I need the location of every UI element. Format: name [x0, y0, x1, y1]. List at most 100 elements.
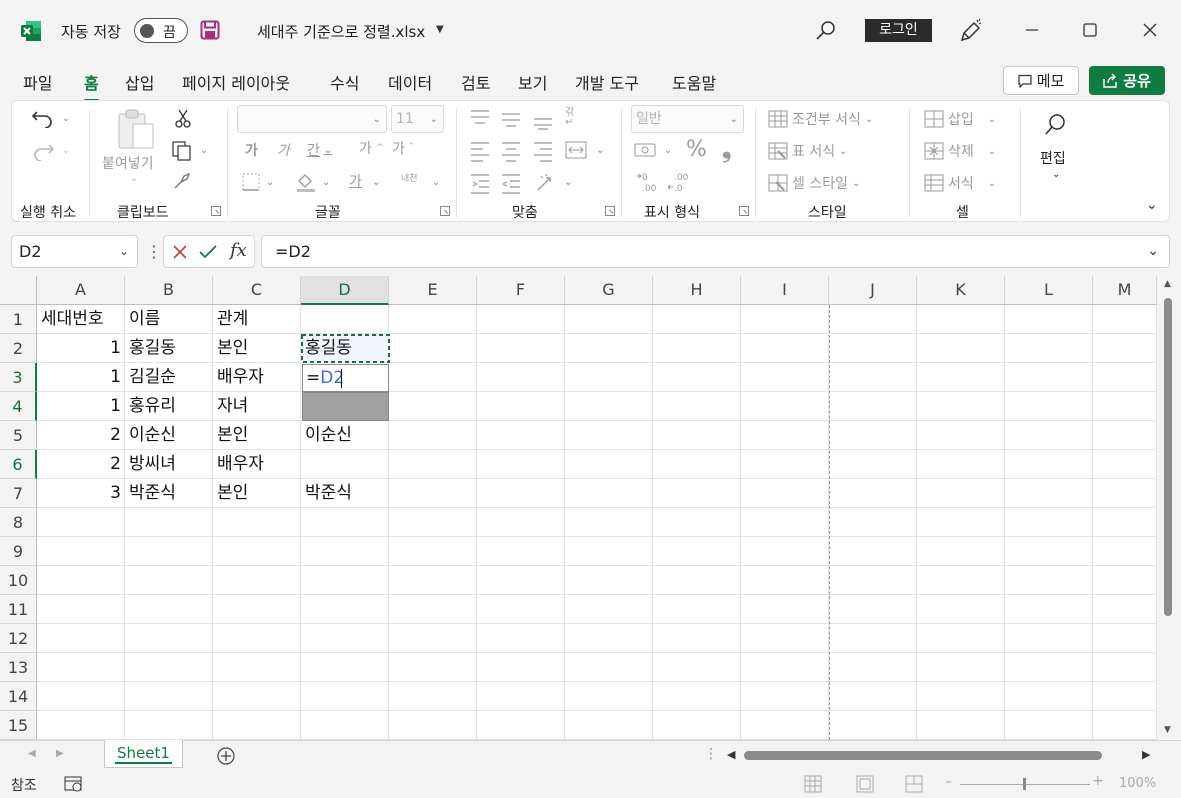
- zoom-in-icon[interactable]: +: [1092, 773, 1104, 789]
- row-header-7[interactable]: 7: [0, 479, 37, 508]
- border-dropdown-icon[interactable]: ⌄: [266, 177, 274, 188]
- tab-review[interactable]: 검토: [461, 70, 490, 94]
- file-name[interactable]: 세대주 기준으로 정렬.xlsx: [257, 21, 425, 42]
- normal-view-icon[interactable]: [804, 775, 822, 793]
- name-box[interactable]: D2 ⌄: [11, 235, 138, 268]
- login-button[interactable]: 로그인: [865, 19, 932, 42]
- format-cells-button[interactable]: 서식 ⌄: [924, 173, 996, 193]
- cell-C7[interactable]: 본인: [213, 479, 301, 508]
- insert-cells-button[interactable]: 삽입 ⌄: [924, 109, 996, 129]
- zoom-slider-thumb[interactable]: [1023, 778, 1026, 790]
- row-header-3[interactable]: 3: [0, 363, 37, 392]
- hscroll-left-icon[interactable]: ◀: [727, 748, 735, 761]
- tab-insert[interactable]: 삽입: [125, 70, 154, 94]
- vertical-scroll-thumb[interactable]: [1164, 298, 1172, 616]
- orientation-icon[interactable]: [535, 173, 557, 193]
- percent-button[interactable]: %: [686, 137, 707, 162]
- cell-style-button[interactable]: 셀 스타일 ⌄: [768, 173, 860, 193]
- row-header-14[interactable]: 14: [0, 682, 37, 711]
- currency-icon[interactable]: [634, 141, 658, 159]
- column-header-G[interactable]: G: [565, 276, 653, 305]
- tab-developer[interactable]: 개발 도구: [575, 70, 639, 94]
- row-header-6[interactable]: 6: [0, 450, 37, 479]
- accessibility-icon[interactable]: [64, 775, 84, 793]
- cell-B7[interactable]: 박준식: [125, 479, 213, 508]
- scroll-down-icon[interactable]: ▼: [1164, 725, 1171, 735]
- cell-B6[interactable]: 방씨녀: [125, 450, 213, 479]
- phonetic-dropdown-icon[interactable]: ⌄: [432, 177, 440, 188]
- formula-input[interactable]: =D2 ⌄: [261, 235, 1170, 268]
- tab-file[interactable]: 파일: [23, 70, 52, 94]
- close-button[interactable]: [1135, 14, 1165, 46]
- zoom-out-icon[interactable]: –: [945, 774, 952, 790]
- tab-view[interactable]: 보기: [518, 70, 547, 94]
- tab-home[interactable]: 홈: [84, 70, 99, 102]
- page-layout-view-icon[interactable]: [856, 775, 874, 793]
- cell-B2[interactable]: 홍길동: [125, 334, 213, 363]
- row-header-15[interactable]: 15: [0, 711, 37, 740]
- italic-button[interactable]: 가: [277, 140, 290, 160]
- cell-C2[interactable]: 본인: [213, 334, 301, 363]
- column-header-D[interactable]: D: [301, 276, 389, 305]
- redo-dropdown-icon[interactable]: ⌄: [62, 145, 70, 156]
- tab-help[interactable]: 도움말: [672, 70, 716, 94]
- cancel-icon[interactable]: [172, 244, 188, 260]
- formula-expand-icon[interactable]: ⌄: [1147, 236, 1159, 267]
- column-header-I[interactable]: I: [741, 276, 829, 305]
- row-header-2[interactable]: 2: [0, 334, 37, 363]
- sheet-next-icon[interactable]: ▶: [56, 748, 64, 759]
- increase-decimal-icon[interactable]: 0.00: [636, 171, 662, 193]
- fill-dropdown-icon[interactable]: ⌄: [322, 177, 330, 188]
- wrap-text-button[interactable]: 갂 ↵: [565, 108, 574, 128]
- column-header-A[interactable]: A: [37, 276, 125, 305]
- column-header-F[interactable]: F: [477, 276, 565, 305]
- tab-data[interactable]: 데이터: [388, 70, 432, 94]
- cell-A4[interactable]: 1: [37, 392, 125, 421]
- format-table-button[interactable]: 표 서식 ⌄: [768, 141, 847, 161]
- editing-dropdown-icon[interactable]: ⌄: [1052, 169, 1060, 180]
- vertical-scrollbar[interactable]: ▲ ▼: [1157, 276, 1181, 740]
- copy-dropdown-icon[interactable]: ⌄: [200, 145, 208, 156]
- column-header-M[interactable]: M: [1093, 276, 1157, 305]
- zoom-level[interactable]: 100%: [1119, 776, 1156, 791]
- sheet-prev-icon[interactable]: ◀: [28, 748, 36, 759]
- undo-icon[interactable]: [32, 108, 54, 128]
- row-header-11[interactable]: 11: [0, 595, 37, 624]
- increase-font-button[interactable]: 가 ^: [359, 138, 383, 158]
- cell-A2[interactable]: 1: [37, 334, 125, 363]
- row-header-8[interactable]: 8: [0, 508, 37, 537]
- fill-color-icon[interactable]: [295, 171, 317, 193]
- tab-formulas[interactable]: 수식: [330, 70, 359, 94]
- editing-button[interactable]: 편집: [1040, 148, 1066, 168]
- select-all-corner[interactable]: [0, 276, 37, 305]
- enter-check-icon[interactable]: [198, 244, 218, 260]
- row-header-12[interactable]: 12: [0, 624, 37, 653]
- pen-icon[interactable]: [958, 18, 984, 44]
- cell-C4[interactable]: 자녀: [213, 392, 301, 421]
- row-header-10[interactable]: 10: [0, 566, 37, 595]
- maximize-button[interactable]: [1075, 14, 1105, 46]
- copy-icon[interactable]: [172, 141, 192, 161]
- cell-B4[interactable]: 홍유리: [125, 392, 213, 421]
- filename-dropdown-icon[interactable]: ▼: [436, 24, 444, 35]
- cell-D2[interactable]: 홍길동: [301, 334, 356, 363]
- font-color-button[interactable]: 가: [349, 171, 362, 191]
- comma-button[interactable]: ❟: [722, 135, 731, 163]
- add-sheet-icon[interactable]: [216, 746, 236, 766]
- paste-label[interactable]: 붙여넣기: [102, 153, 154, 173]
- font-increase-button[interactable]: 가: [245, 140, 258, 160]
- font-size-select[interactable]: 11 ⌄: [391, 105, 444, 133]
- undo-dropdown-icon[interactable]: ⌄: [62, 113, 70, 124]
- memo-button[interactable]: 메모: [1003, 66, 1079, 95]
- alignment-launcher-icon[interactable]: [605, 206, 615, 216]
- decrease-decimal-icon[interactable]: .00.0: [668, 171, 694, 193]
- currency-dropdown-icon[interactable]: ⌄: [664, 145, 672, 156]
- cell-C1[interactable]: 관계: [213, 305, 301, 334]
- save-icon[interactable]: [200, 20, 220, 40]
- cell-A3[interactable]: 1: [37, 363, 125, 392]
- name-box-dropdown-icon[interactable]: ⌄: [119, 236, 129, 267]
- share-button[interactable]: 공유: [1089, 66, 1165, 95]
- column-header-B[interactable]: B: [125, 276, 213, 305]
- cell-D7[interactable]: 박준식: [301, 479, 389, 508]
- merge-icon[interactable]: [565, 141, 587, 159]
